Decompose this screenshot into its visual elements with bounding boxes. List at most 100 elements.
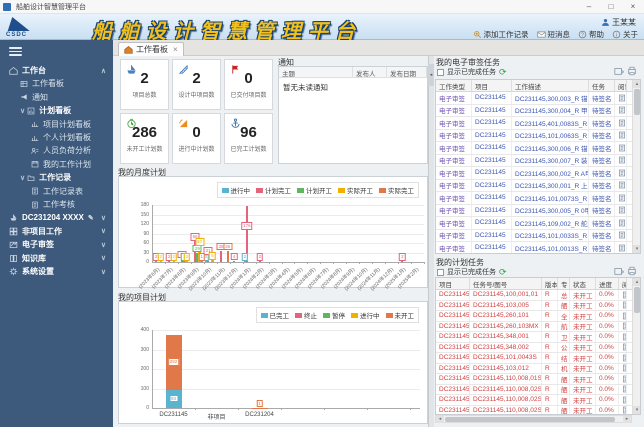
legend-item[interactable]: 实际开工 (338, 185, 373, 195)
read-icon[interactable] (618, 119, 626, 127)
legend-item[interactable]: 进行中 (351, 310, 380, 320)
sidebar-item-10[interactable]: 工作考核 (0, 198, 113, 211)
header-action-about[interactable]: i 关于 (612, 29, 638, 40)
bar-未开工[interactable] (251, 407, 268, 409)
table-row[interactable]: 电子审签DC231145DC231145,109,002_R 舵舵...待签名 (436, 217, 633, 230)
table-row[interactable]: 电子审签DC231145DC231145,300,001_R 上甲...待签名 (436, 179, 633, 192)
vertical-scrollbar[interactable]: ▴ ▾ (632, 278, 640, 414)
sidebar-item-13[interactable]: 电子审签 ∨ (0, 238, 113, 251)
bar-计划完工[interactable] (168, 261, 171, 262)
chevron-icon[interactable]: ∨ (101, 268, 106, 276)
read-icon[interactable] (618, 244, 626, 252)
column-header[interactable]: 专 (558, 278, 570, 289)
header-action-help[interactable]: ? 帮助 (578, 29, 604, 40)
printer-icon[interactable] (627, 266, 637, 276)
table-row[interactable]: 电子审签 DC231145 DC231145,300,002_R A甲... 待签名 (436, 167, 633, 180)
column-header[interactable]: 工作类型 (436, 80, 472, 91)
read-icon[interactable] (622, 291, 626, 299)
chevron-icon[interactable]: ∨ (101, 227, 106, 235)
legend-item[interactable]: 进行中 (221, 185, 250, 195)
read-icon[interactable] (618, 169, 626, 177)
legend-item[interactable]: 终止 (295, 310, 317, 320)
user-info[interactable]: 王某某 (601, 17, 636, 28)
table-row[interactable]: DC231145 DC231145,103,012 R 机未开工 0.0% (436, 363, 633, 374)
read-icon[interactable] (622, 322, 626, 330)
bar-实际完工[interactable] (226, 250, 229, 262)
table-row[interactable]: DC231145 DC231145,103,005 R 舾未开工 0.0% (436, 300, 633, 311)
stat-card-1[interactable]: 2 设计中项目数 (172, 59, 221, 110)
menu-toggle-icon[interactable] (9, 47, 22, 56)
read-icon[interactable] (618, 219, 626, 227)
table-row[interactable]: 电子审签 DC231145 DC231145,300,007_R 装... 待签名 (436, 154, 633, 167)
chevron-icon[interactable]: ∧ (101, 67, 106, 75)
read-icon[interactable] (622, 396, 626, 404)
column-header[interactable]: 项目 (436, 278, 470, 289)
stat-card-5[interactable]: 96 已完工计划数 (224, 113, 273, 164)
read-icon[interactable] (622, 343, 626, 351)
plan-refresh-icon[interactable]: ⟳ (499, 268, 507, 277)
table-row[interactable]: DC231145 DC231145,110,008,01S R 舾未开工 0.0% (436, 374, 633, 385)
bar-实际开工[interactable] (159, 261, 162, 262)
table-row[interactable]: 电子审签DC231145DC231145,401,0083S_R 乘...待签名 (436, 117, 633, 130)
read-icon[interactable] (618, 194, 626, 202)
export-icon[interactable] (614, 266, 624, 276)
table-row[interactable]: 电子审签 DC231145 DC231145,300,005_R 0甲... 待签名 (436, 204, 633, 217)
table-row[interactable]: 电子审签DC231145DC231145,300,003_R 锚甲...待签名 (436, 92, 633, 105)
read-icon[interactable] (622, 354, 626, 362)
sidebar-item-8[interactable]: ∨ 工作记录 (0, 171, 113, 184)
table-row[interactable]: DC231145 DC231145,101,0043S R 结未开工 0.0% (436, 353, 633, 364)
sidebar-item-3[interactable]: ∨ 计划看板 (0, 104, 113, 117)
header-action-add-record[interactable]: 添加工作记录 (473, 29, 529, 40)
table-row[interactable]: DC231145 DC231145,100,001,01 R 总未开工 0.0% (436, 290, 633, 301)
close-button[interactable]: × (622, 0, 644, 14)
sidebar-item-14[interactable]: 知识库 ∨ (0, 252, 113, 265)
stat-card-0[interactable]: 2 项目总数 (120, 59, 169, 110)
legend-item[interactable]: 计划开工 (297, 185, 332, 195)
table-row[interactable]: DC231145 DC231145,110,008,02S R 舾未开工 0.0% (436, 405, 633, 414)
bar-计划完工[interactable] (155, 261, 158, 262)
table-row[interactable]: DC231145 DC231145,348,002 R 公未开工 0.0% (436, 342, 633, 353)
table-row[interactable]: 电子审签DC231145DC231145,101,0063S_R 平...待签名 (436, 129, 633, 142)
minimize-button[interactable]: – (578, 0, 600, 14)
read-icon[interactable] (622, 385, 626, 393)
read-icon[interactable] (618, 156, 626, 164)
tab-work-board[interactable]: 工作看板 × (118, 42, 184, 56)
column-header[interactable]: 任务 (589, 80, 615, 91)
bar-计划完工[interactable] (258, 261, 261, 262)
column-header[interactable]: 版本 (542, 278, 558, 289)
table-row[interactable]: 电子审签DC231145DC231145,101,0073S_R 机...待签名 (436, 192, 633, 205)
read-icon[interactable] (622, 312, 626, 320)
printer-icon[interactable] (627, 66, 637, 76)
bar-实际开工[interactable] (185, 261, 188, 262)
sidebar-item-12[interactable]: 非项目工作 ∨ (0, 225, 113, 238)
column-header[interactable]: 项目 (472, 80, 512, 91)
edit-pencil-icon[interactable]: ✎ (88, 214, 94, 222)
sidebar-item-5[interactable]: 个人计划看板 (0, 131, 113, 144)
table-row[interactable]: 电子审签 DC231145 DC231145,300,004_R 甲... 待签名 (436, 104, 633, 117)
bar-计划完工[interactable] (232, 260, 236, 262)
legend-item[interactable]: 实际完工 (379, 185, 414, 195)
bar-实际完工[interactable] (200, 261, 203, 262)
read-icon[interactable] (622, 364, 626, 372)
column-header[interactable]: 进度 (596, 278, 619, 289)
table-row[interactable]: 电子审签DC231145DC231145,101,0033S_R 被...待签名 (436, 229, 633, 242)
sidebar-item-7[interactable]: 我的工作计划 (0, 158, 113, 171)
expand-arrow-icon[interactable]: ∨ (20, 107, 25, 115)
table-row[interactable]: DC231145 DC231145,260,103MX R 航未开工 0.0% (436, 321, 633, 332)
legend-item[interactable]: 未开工 (385, 310, 414, 320)
plan-show-completed-checkbox[interactable] (437, 268, 444, 276)
legend-item[interactable]: 已完工 (260, 310, 289, 320)
table-row[interactable]: DC231145 DC231145,260,101 R 全未开工 0.0% (436, 311, 633, 322)
sidebar-item-0[interactable]: 工作台 ∧ (0, 64, 113, 77)
stat-card-3[interactable]: 286 未开工计划数 (120, 113, 169, 164)
tab-close-icon[interactable]: × (173, 45, 178, 54)
sidebar-item-4[interactable]: 项目计划看板 (0, 118, 113, 131)
stat-card-4[interactable]: 0 进行中计划数 (172, 113, 221, 164)
esign-show-completed-checkbox[interactable] (437, 68, 444, 76)
sidebar-item-9[interactable]: 工作记录表 (0, 185, 113, 198)
table-row[interactable]: 电子审签DC231145DC231145,101,0013S_R 主...待签名 (436, 242, 633, 253)
maximize-button[interactable]: □ (600, 0, 622, 14)
read-icon[interactable] (622, 333, 626, 341)
sidebar-item-2[interactable]: 通知 (0, 91, 113, 104)
esign-refresh-icon[interactable]: ⟳ (499, 68, 507, 77)
